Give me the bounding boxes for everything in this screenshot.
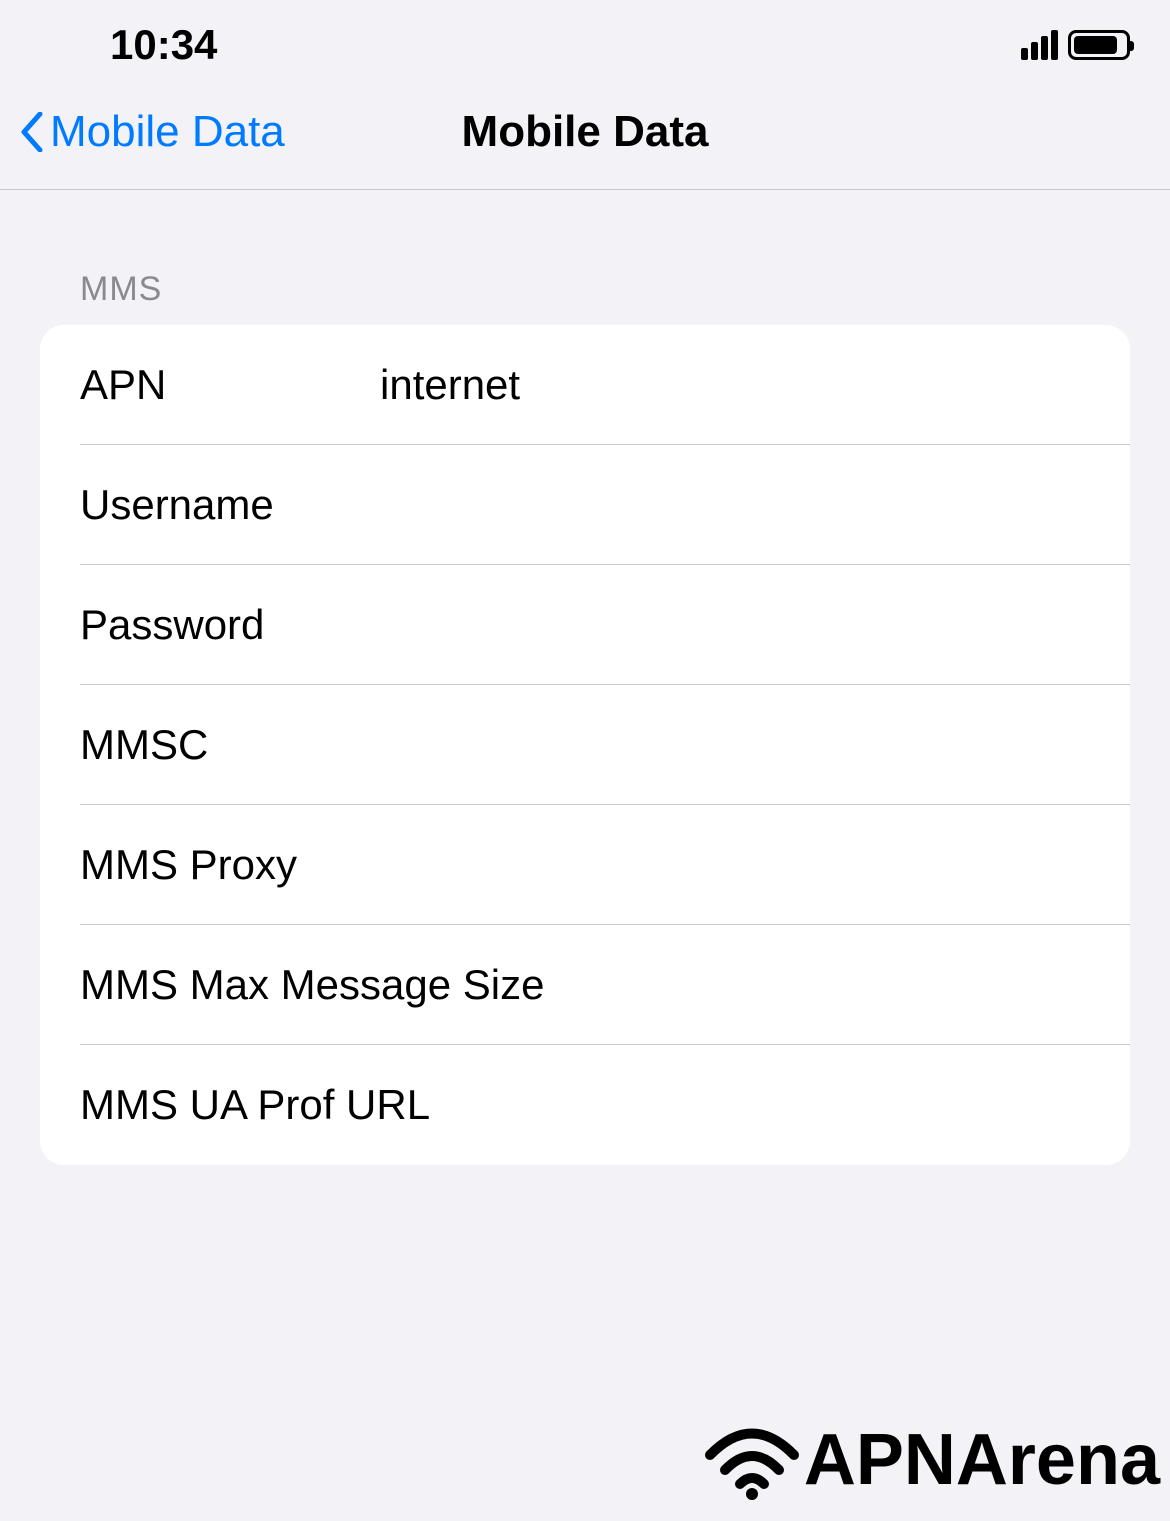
- footer-brand-text: APNArena: [804, 1419, 1160, 1501]
- chevron-left-icon: [20, 112, 44, 152]
- mms-max-size-label: MMS Max Message Size: [80, 961, 544, 1009]
- back-label: Mobile Data: [50, 107, 285, 157]
- mms-proxy-field[interactable]: [380, 841, 1090, 889]
- mmsc-row[interactable]: MMSC: [40, 685, 1130, 805]
- mms-ua-prof-label: MMS UA Prof URL: [80, 1081, 430, 1129]
- mms-proxy-label: MMS Proxy: [80, 841, 380, 889]
- password-field[interactable]: [380, 601, 1090, 649]
- mms-ua-prof-field[interactable]: [430, 1081, 1090, 1129]
- mms-proxy-row[interactable]: MMS Proxy: [40, 805, 1130, 925]
- username-row[interactable]: Username: [40, 445, 1130, 565]
- battery-icon: [1068, 30, 1130, 60]
- apn-field[interactable]: [380, 361, 1090, 409]
- cellular-signal-icon: [1021, 30, 1058, 60]
- mms-section: MMS APN Username Password MMSC MMS Proxy: [0, 190, 1170, 1165]
- password-label: Password: [80, 601, 380, 649]
- username-label: Username: [80, 481, 380, 529]
- mmsc-field[interactable]: [380, 721, 1090, 769]
- status-icons: [1021, 30, 1130, 60]
- status-bar: 10:34: [0, 0, 1170, 80]
- wifi-icon: [702, 1420, 802, 1500]
- footer-brand: APNArena: [702, 1419, 1160, 1501]
- password-row[interactable]: Password: [40, 565, 1130, 685]
- mms-ua-prof-row[interactable]: MMS UA Prof URL: [40, 1045, 1130, 1165]
- back-button[interactable]: Mobile Data: [20, 107, 285, 157]
- mms-max-size-row[interactable]: MMS Max Message Size: [40, 925, 1130, 1045]
- page-title: Mobile Data: [462, 107, 709, 157]
- apn-row[interactable]: APN: [40, 325, 1130, 445]
- apn-label: APN: [80, 361, 380, 409]
- mmsc-label: MMSC: [80, 721, 380, 769]
- username-field[interactable]: [380, 481, 1090, 529]
- section-header: MMS: [40, 270, 1130, 325]
- mms-max-size-field[interactable]: [544, 961, 1090, 1009]
- navigation-bar: Mobile Data Mobile Data: [0, 80, 1170, 190]
- status-time: 10:34: [110, 21, 217, 69]
- settings-group: APN Username Password MMSC MMS Proxy MMS: [40, 325, 1130, 1165]
